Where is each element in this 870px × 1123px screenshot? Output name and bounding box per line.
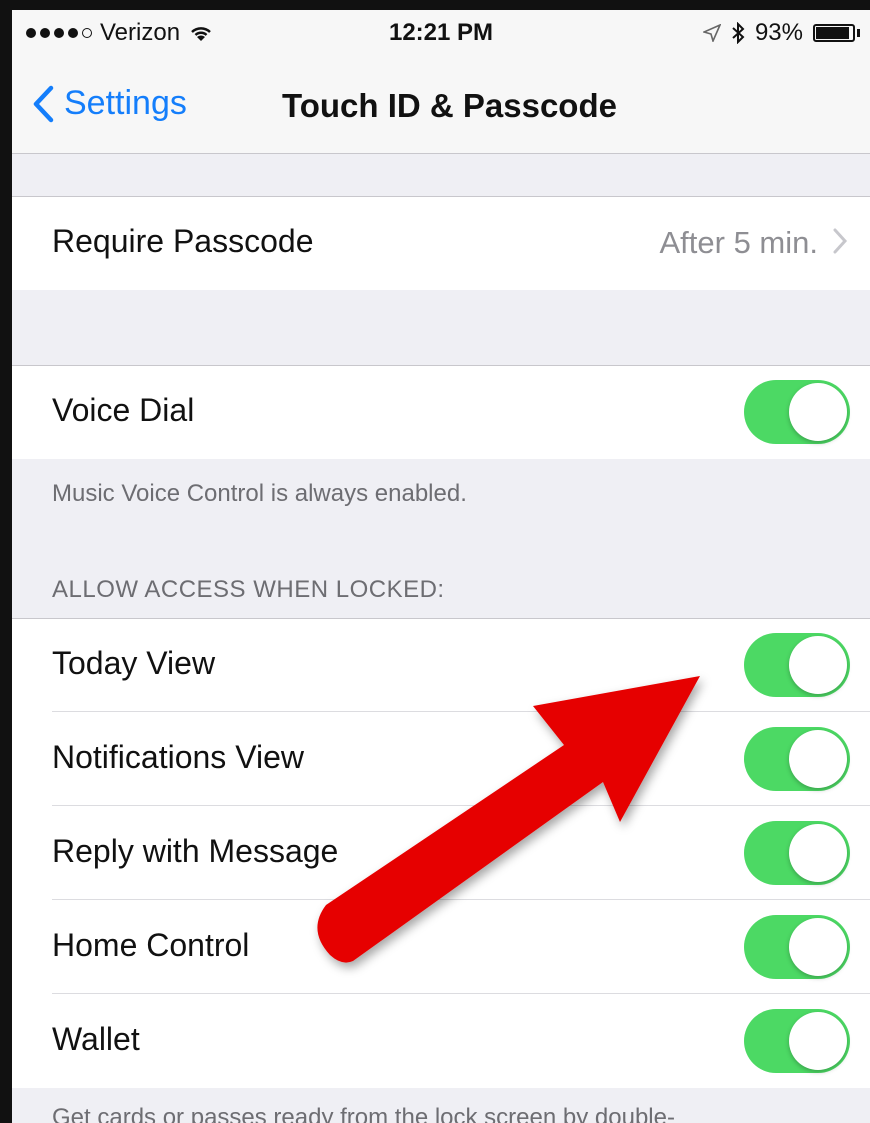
- access-row-label: Today View: [52, 645, 216, 681]
- toggle-knob: [789, 824, 847, 882]
- battery-tip: [857, 29, 860, 37]
- access-row-wallet: Wallet: [12, 994, 870, 1088]
- voice-dial-toggle[interactable]: [744, 380, 850, 444]
- require-passcode-value: After 5 min.: [659, 225, 819, 260]
- access-row-reply-with-message: Reply with Message: [12, 806, 870, 900]
- voice-dial-label: Voice Dial: [52, 392, 195, 428]
- toggle-knob: [789, 383, 847, 441]
- divider: [12, 196, 870, 197]
- status-bar: Verizon 12:21 PM 93%: [12, 10, 870, 54]
- navigation-bar: Settings Touch ID & Passcode: [12, 54, 870, 154]
- access-row-label: Home Control: [52, 927, 250, 963]
- phone-screen: Verizon 12:21 PM 93% Settings Touch ID &…: [0, 0, 870, 1123]
- toggle-knob: [789, 636, 847, 694]
- battery-icon: [813, 24, 855, 42]
- access-row-notifications-view: Notifications View: [12, 712, 870, 806]
- divider: [12, 618, 870, 619]
- access-row-label: Wallet: [52, 1021, 140, 1057]
- bluetooth-icon: [732, 22, 745, 44]
- wallet-footer: Get cards or passes ready from the lock …: [52, 1104, 675, 1123]
- location-icon: [702, 24, 721, 42]
- access-row-today-view: Today View: [12, 618, 870, 712]
- home-control-toggle[interactable]: [744, 915, 850, 979]
- page-title: Touch ID & Passcode: [282, 87, 617, 124]
- toggle-knob: [789, 1012, 847, 1070]
- require-passcode-row[interactable]: Require Passcode After 5 min.: [12, 196, 870, 290]
- access-row-label: Reply with Message: [52, 833, 339, 869]
- battery-percent: 93%: [754, 19, 803, 46]
- status-right: 93%: [702, 19, 860, 47]
- require-passcode-label: Require Passcode: [52, 223, 314, 259]
- back-chevron-icon: [33, 85, 54, 122]
- reply-with-message-toggle[interactable]: [744, 821, 850, 885]
- voice-dial-footer: Music Voice Control is always enabled.: [52, 480, 467, 507]
- today-view-toggle[interactable]: [744, 633, 850, 697]
- allow-access-header: ALLOW ACCESS WHEN LOCKED:: [52, 576, 445, 603]
- access-row-home-control: Home Control: [12, 900, 870, 994]
- voice-dial-row: Voice Dial: [12, 365, 870, 459]
- access-row-label: Notifications View: [52, 739, 304, 775]
- back-label: Settings: [64, 84, 187, 122]
- back-button[interactable]: Settings: [32, 84, 187, 123]
- wallet-toggle[interactable]: [744, 1009, 850, 1073]
- notifications-view-toggle[interactable]: [744, 727, 850, 791]
- chevron-right-icon: [833, 228, 848, 254]
- toggle-knob: [789, 730, 847, 788]
- divider: [12, 365, 870, 366]
- toggle-knob: [789, 918, 847, 976]
